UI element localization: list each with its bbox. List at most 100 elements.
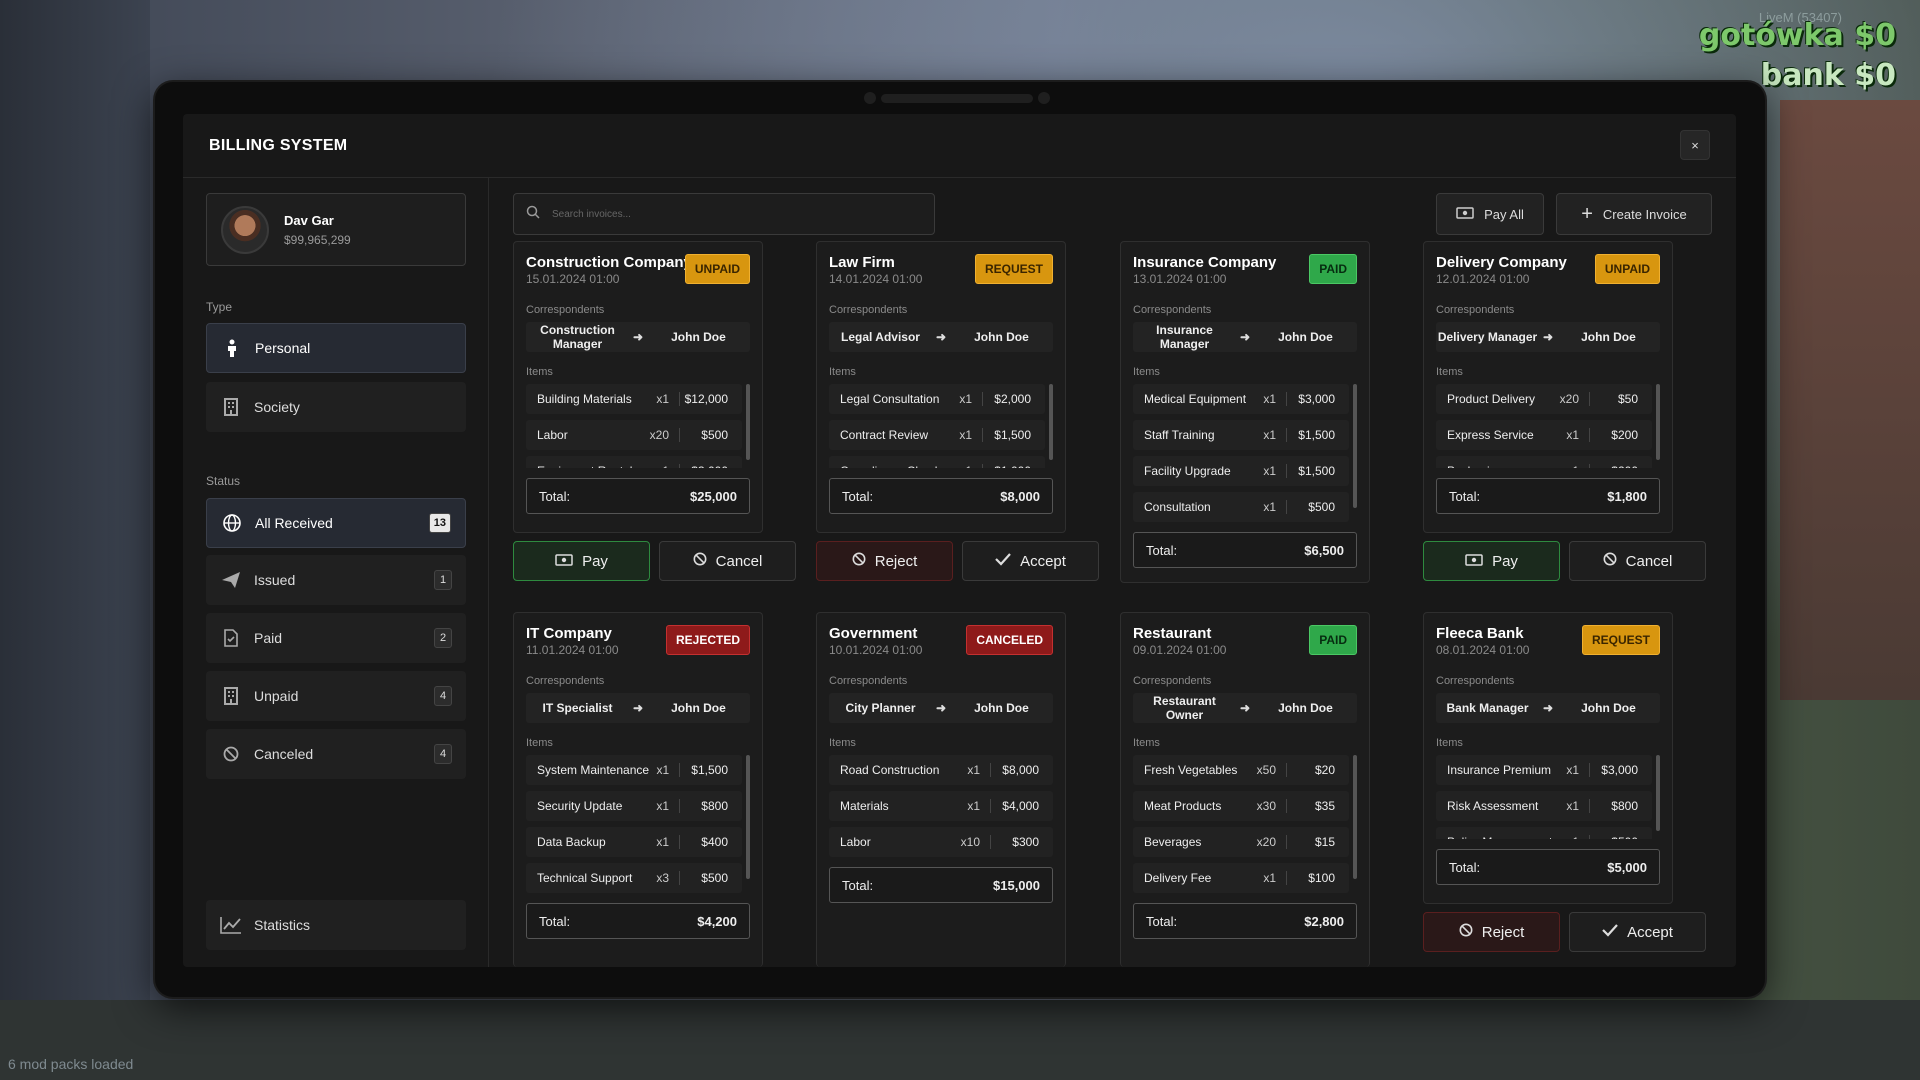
scrollbar[interactable]: [1353, 384, 1357, 508]
cash-display: gotówka $0: [1698, 18, 1896, 53]
ban-icon: [1603, 552, 1617, 570]
recipient-name: John Doe: [1581, 330, 1636, 344]
item-qty: x1: [1553, 835, 1579, 839]
item-qty: x1: [959, 392, 972, 406]
item-price: $200: [1611, 428, 1638, 442]
invoice-total: Total: $8,000: [829, 478, 1053, 514]
items-list[interactable]: Building Materials x1 $12,000 Labor x20 …: [526, 384, 742, 468]
scrollbar[interactable]: [1656, 755, 1660, 831]
scrollbar[interactable]: [1353, 755, 1357, 879]
accept-button[interactable]: Accept: [962, 541, 1099, 581]
status-all-received[interactable]: All Received 13: [206, 498, 466, 548]
create-invoice-button[interactable]: + Create Invoice: [1556, 193, 1712, 235]
status-unpaid-label: Unpaid: [254, 688, 299, 704]
type-society-label: Society: [254, 399, 300, 415]
cancel-button[interactable]: Cancel: [1569, 541, 1706, 581]
item-name: Product Delivery: [1447, 392, 1536, 406]
total-value: $6,500: [1304, 542, 1344, 558]
item-name: Contract Review: [840, 428, 929, 442]
item-name: Data Backup: [537, 835, 606, 849]
item-price: $20: [1314, 763, 1335, 777]
accept-button[interactable]: Accept: [1569, 912, 1706, 952]
type-society[interactable]: Society: [206, 382, 466, 432]
arrow-right-icon: ➜: [1542, 330, 1554, 344]
status-unpaid[interactable]: Unpaid 4: [206, 671, 466, 721]
status-badge: REQUEST: [1581, 625, 1660, 655]
correspondents-label: Correspondents: [1436, 675, 1515, 687]
pay-button[interactable]: Pay: [513, 541, 650, 581]
item-qty: x1: [967, 763, 980, 777]
pay-label: Pay: [1492, 552, 1518, 570]
invoice-card: Restaurant 09.01.2024 01:00 PAID Corresp…: [1120, 612, 1370, 967]
close-button[interactable]: ×: [1680, 130, 1710, 160]
recipient-name: John Doe: [671, 701, 726, 715]
search-icon: [526, 205, 540, 224]
sender-name: Construction Manager: [540, 323, 615, 351]
item-price: $3,000: [1601, 763, 1638, 777]
scrollbar[interactable]: [1049, 384, 1053, 460]
pay-all-button[interactable]: Pay All: [1436, 193, 1544, 235]
cancel-button[interactable]: Cancel: [659, 541, 796, 581]
reject-button[interactable]: Reject: [816, 541, 953, 581]
item-qty: x20: [1559, 392, 1579, 406]
list-item: Contract Review x1 $1,500: [829, 420, 1045, 450]
search-input[interactable]: [552, 208, 912, 220]
status-canceled[interactable]: Canceled 4: [206, 729, 466, 779]
statistics-button[interactable]: Statistics: [206, 900, 466, 950]
arrow-right-icon: ➜: [1239, 330, 1251, 344]
recipient-name: John Doe: [974, 701, 1029, 715]
item-qty: x1: [1263, 428, 1276, 442]
status-paid[interactable]: Paid 2: [206, 613, 466, 663]
correspondents-row: City Planner ➜ John Doe: [829, 693, 1053, 723]
ban-icon: [693, 552, 707, 570]
item-qty: x10: [960, 835, 980, 849]
items-label: Items: [526, 737, 553, 749]
list-item: Medical Equipment x1 $3,000: [1133, 384, 1349, 414]
items-list[interactable]: System Maintenance x1 $1,500 Security Up…: [526, 755, 742, 893]
total-label: Total:: [1449, 859, 1481, 875]
user-balance: $99,965,299: [284, 232, 351, 247]
items-label: Items: [1133, 366, 1160, 378]
correspondents-row: Insurance Manager ➜ John Doe: [1133, 322, 1357, 352]
item-qty: x50: [1256, 763, 1276, 777]
items-list[interactable]: Road Construction x1 $8,000 Materials x1…: [829, 755, 1053, 857]
item-qty: x1: [967, 799, 980, 813]
item-price: $500: [1594, 835, 1638, 839]
statistics-label: Statistics: [254, 917, 311, 933]
item-qty: x1: [1553, 464, 1579, 468]
items-list[interactable]: Legal Consultation x1 $2,000 Contract Re…: [829, 384, 1045, 468]
total-value: $4,200: [697, 913, 737, 929]
items-list[interactable]: Insurance Premium x1 $3,000 Risk Assessm…: [1436, 755, 1652, 839]
item-price: $15: [1314, 835, 1335, 849]
total-label: Total:: [842, 488, 874, 504]
scrollbar[interactable]: [1656, 384, 1660, 460]
invoice-total: Total: $6,500: [1133, 532, 1357, 568]
scrollbar[interactable]: [746, 384, 750, 460]
list-item: Risk Assessment x1 $800: [1436, 791, 1652, 821]
pay-button[interactable]: Pay: [1423, 541, 1560, 581]
search-box[interactable]: [513, 193, 935, 235]
status-badge: REJECTED: [665, 625, 750, 655]
send-icon: [220, 569, 242, 591]
items-list[interactable]: Product Delivery x20 $50 Express Service…: [1436, 384, 1652, 468]
item-price: $500: [701, 871, 728, 885]
scrollbar[interactable]: [746, 755, 750, 879]
list-item: Beverages x20 $15: [1133, 827, 1349, 857]
list-item: Facility Upgrade x1 $1,500: [1133, 456, 1349, 486]
invoice-card: Construction Company 15.01.2024 01:00 UN…: [513, 241, 763, 533]
status-issued-label: Issued: [254, 572, 296, 588]
item-price: $4,000: [1002, 799, 1039, 813]
items-label: Items: [829, 366, 856, 378]
list-item: Policy Management x1 $500: [1436, 827, 1652, 839]
status-issued[interactable]: Issued 1: [206, 555, 466, 605]
correspondents-row: Delivery Manager ➜ John Doe: [1436, 322, 1660, 352]
type-personal[interactable]: Personal: [206, 323, 466, 373]
money-icon: [555, 553, 573, 570]
item-price: $3,000: [1298, 392, 1335, 406]
items-list[interactable]: Fresh Vegetables x50 $20 Meat Products x…: [1133, 755, 1349, 893]
items-list[interactable]: Medical Equipment x1 $3,000 Staff Traini…: [1133, 384, 1349, 522]
status-badge: PAID: [1309, 625, 1357, 655]
item-price: $100: [1308, 871, 1335, 885]
reject-button[interactable]: Reject: [1423, 912, 1560, 952]
total-value: $2,800: [1304, 913, 1344, 929]
